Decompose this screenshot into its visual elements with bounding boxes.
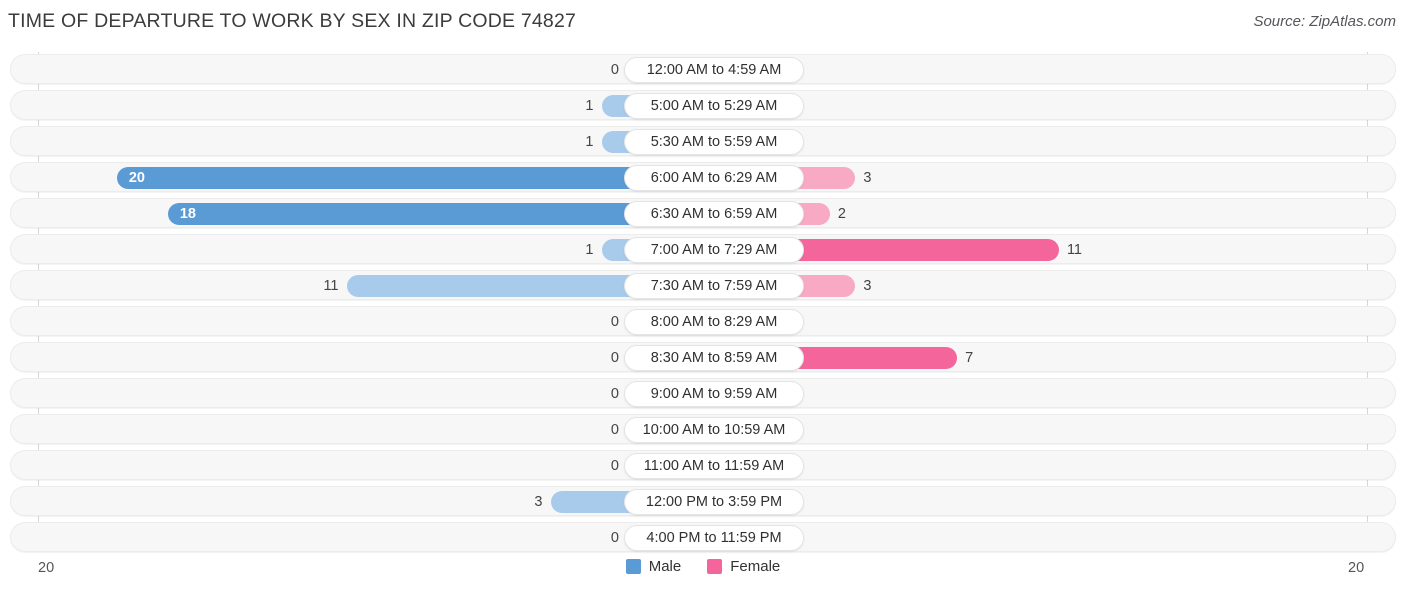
chart-row: 20 3 6:00 AM to 6:29 AM [10,162,1396,192]
legend-label: Female [730,558,781,575]
bar-value-male: 1 [585,98,594,114]
chart-row: 1 11 7:00 AM to 7:29 AM [10,234,1396,264]
category-label: 7:00 AM to 7:29 AM [624,237,804,263]
bar-value-male: 0 [610,530,619,546]
category-label: 8:30 AM to 8:59 AM [624,345,804,371]
bar-value-male: 0 [610,62,619,78]
bar-value-male: 0 [610,314,619,330]
category-label: 12:00 PM to 3:59 PM [624,489,804,515]
category-label: 5:30 AM to 5:59 AM [624,129,804,155]
bar-male[interactable] [117,167,692,189]
chart-page: TIME OF DEPARTURE TO WORK BY SEX IN ZIP … [0,0,1406,595]
bar-value-male: 20 [128,170,145,186]
bar-value-female: 2 [837,206,846,222]
category-label: 11:00 AM to 11:59 AM [624,453,804,479]
chart-row: 008:00 AM to 8:29 AM [10,306,1396,336]
chart-legend: Male Female [0,558,1406,575]
legend-swatch-icon [707,559,723,574]
chart-row: 0010:00 AM to 10:59 AM [10,414,1396,444]
chart-row: 0011:00 AM to 11:59 AM [10,450,1396,480]
bar-value-male: 1 [585,134,594,150]
bar-value-female: 7 [965,350,974,366]
chart-row: 105:00 AM to 5:29 AM [10,90,1396,120]
category-label: 8:00 AM to 8:29 AM [624,309,804,335]
chart-row: 0 7 8:30 AM to 8:59 AM [10,342,1396,372]
bar-value-female: 11 [1066,242,1082,258]
legend-swatch-icon [625,559,641,574]
chart-row: 11 3 7:30 AM to 7:59 AM [10,270,1396,300]
category-label: 6:00 AM to 6:29 AM [624,165,804,191]
chart-row: 105:30 AM to 5:59 AM [10,126,1396,156]
bar-value-male: 1 [585,242,594,258]
chart-plot-area: 0012:00 AM to 4:59 AM105:00 AM to 5:29 A… [0,52,1406,552]
chart-row: 004:00 PM to 11:59 PM [10,522,1396,552]
bar-value-male: 0 [610,458,619,474]
legend-item-male[interactable]: Male [625,558,682,575]
bar-value-female: 3 [863,278,872,294]
category-label: 4:00 PM to 11:59 PM [624,525,804,551]
category-label: 7:30 AM to 7:59 AM [624,273,804,299]
bar-value-female: 3 [863,170,872,186]
bar-value-male: 0 [610,386,619,402]
bar-value-male: 0 [610,350,619,366]
chart-row: 3012:00 PM to 3:59 PM [10,486,1396,516]
page-title: TIME OF DEPARTURE TO WORK BY SEX IN ZIP … [8,10,577,32]
category-label: 5:00 AM to 5:29 AM [624,93,804,119]
bar-value-male: 11 [323,278,339,294]
bar-value-male: 3 [534,494,543,510]
chart-row: 0012:00 AM to 4:59 AM [10,54,1396,84]
category-label: 9:00 AM to 9:59 AM [624,381,804,407]
category-label: 10:00 AM to 10:59 AM [624,417,804,443]
bar-value-male: 18 [179,206,196,222]
chart-row: 18 2 6:30 AM to 6:59 AM [10,198,1396,228]
category-label: 12:00 AM to 4:59 AM [624,57,804,83]
bar-male[interactable] [168,203,692,225]
chart-row: 009:00 AM to 9:59 AM [10,378,1396,408]
legend-item-female[interactable]: Female [707,558,780,575]
legend-label: Male [648,558,682,575]
source-attribution: Source: ZipAtlas.com [1253,13,1396,30]
bar-value-male: 0 [610,422,619,438]
category-label: 6:30 AM to 6:59 AM [624,201,804,227]
